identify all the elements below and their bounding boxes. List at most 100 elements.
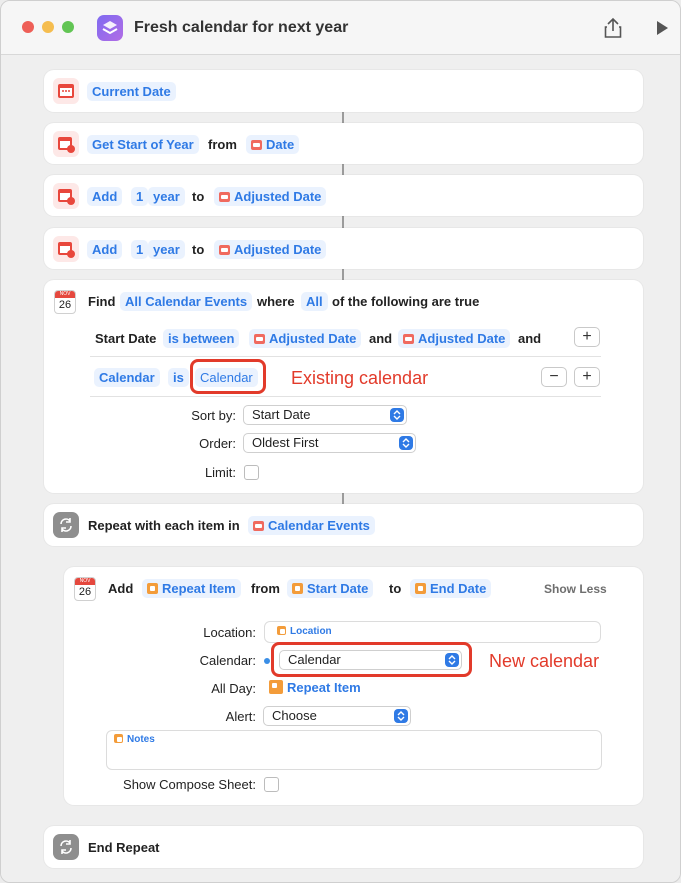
variable-icon [277,626,286,635]
location-label: Location: [203,625,256,640]
calendar-icon [403,334,414,344]
all-day-repeat-item-token[interactable]: Repeat Item [264,678,366,697]
alert-select[interactable]: Choose [263,706,411,726]
variable-icon [269,680,283,694]
shortcuts-app-icon [97,15,123,41]
close-button[interactable] [22,21,34,33]
start-date-label: Start Date [95,331,157,346]
action-get-start-of-year[interactable]: Get Start of Year from Date [44,123,643,164]
variable-icon [415,583,426,594]
start-date-token[interactable]: Start Date [287,579,374,598]
current-date-token[interactable]: Current Date [87,82,176,101]
add-token[interactable]: Add [87,240,123,259]
calendar-events-token[interactable]: Calendar Events [248,516,375,535]
add-condition-button[interactable]: + [574,327,600,347]
connector [342,216,344,228]
existing-calendar-highlight [190,359,266,394]
shortcut-editor-window: Fresh calendar for next year Current Dat… [0,0,681,883]
filter-suffix-label: of the following are true [332,294,480,309]
adjusted-date-token[interactable]: Adjusted Date [214,187,327,206]
connector [342,269,344,280]
order-select[interactable]: Oldest First [243,433,416,453]
titlebar: Fresh calendar for next year [1,1,680,55]
from-label: from [208,137,237,152]
is-token[interactable]: is [168,368,189,387]
adjusted-date-token[interactable]: Adjusted Date [398,329,511,348]
run-play-icon[interactable] [655,20,669,39]
calendar-icon [53,78,79,104]
show-less-button[interactable]: Show Less [544,582,607,596]
action-add-year-2[interactable]: Add 1 year to Adjusted Date [44,228,643,269]
order-label: Order: [199,436,236,451]
alert-label: Alert: [225,709,256,724]
calendar-icon [254,334,265,344]
action-end-repeat[interactable]: End Repeat [44,826,643,868]
calendar-date-icon: NOV 26 [54,290,76,314]
where-label: where [257,294,295,309]
find-label: Find [88,294,116,309]
repeat-icon [53,834,79,860]
to-label: to [192,189,205,204]
repeat-icon [53,512,79,538]
show-compose-sheet-checkbox[interactable] [264,777,279,792]
adjusted-date-token[interactable]: Adjusted Date [214,240,327,259]
limit-label: Limit: [204,465,236,480]
action-add-new-event[interactable]: NOV 26 Add Repeat Item from Start Date t… [64,567,643,805]
calendar-date-icon: NOV 26 [74,577,96,601]
share-icon[interactable] [604,17,622,42]
connector [342,112,344,123]
existing-calendar-annotation: Existing calendar [291,368,429,388]
divider [90,356,601,357]
action-repeat-each[interactable]: Repeat with each item in Calendar Events [44,504,643,546]
calendar-field-token[interactable]: Calendar [94,368,160,387]
and-label: and [518,331,542,346]
quantity-token[interactable]: 1 [131,240,149,259]
add-token[interactable]: Add [87,187,123,206]
repeat-label: Repeat with each item in [88,518,240,533]
end-repeat-label: End Repeat [88,840,160,855]
limit-checkbox[interactable] [244,465,259,480]
and-label: and [369,331,393,346]
location-field[interactable]: Location [264,621,601,643]
date-token[interactable]: Date [246,135,300,154]
add-condition-button[interactable]: + [574,367,600,387]
remove-condition-button[interactable]: − [541,367,567,387]
unit-token[interactable]: year [148,187,185,206]
repeat-item-token[interactable]: Repeat Item [142,579,241,598]
action-list: Current Date Get Start of Year from Date… [1,55,680,882]
quantity-token[interactable]: 1 [131,187,149,206]
to-label: to [389,581,402,596]
add-label: Add [108,581,134,596]
to-label: to [192,242,205,257]
calendar-icon [219,245,230,255]
calendar-add-icon [53,236,79,262]
action-current-date[interactable]: Current Date [44,70,643,112]
new-calendar-highlight [271,642,472,677]
calendar-color-dot [264,658,270,664]
get-start-of-year-token[interactable]: Get Start of Year [87,135,199,154]
all-calendar-events-token[interactable]: All Calendar Events [120,292,253,311]
calendar-icon [253,521,264,531]
calendar-icon [53,131,79,157]
is-between-token[interactable]: is between [163,329,240,348]
unit-token[interactable]: year [148,240,185,259]
all-token[interactable]: All [301,292,328,311]
all-day-label: All Day: [211,681,256,696]
new-calendar-annotation: New calendar [489,651,600,671]
variable-icon [147,583,158,594]
variable-icon [292,583,303,594]
sort-by-select[interactable]: Start Date [243,405,407,425]
zoom-button[interactable] [62,21,74,33]
action-add-year-1[interactable]: Add 1 year to Adjusted Date [44,175,643,216]
calendar-icon [251,140,262,150]
adjusted-date-token[interactable]: Adjusted Date [249,329,362,348]
calendar-label: Calendar: [199,653,256,668]
show-compose-sheet-label: Show Compose Sheet: [123,777,256,792]
notes-field[interactable]: Notes [106,730,602,770]
calendar-add-icon [53,183,79,209]
chevron-updown-icon [399,436,413,450]
sort-by-label: Sort by: [191,408,236,423]
chevron-updown-icon [390,408,404,422]
end-date-token[interactable]: End Date [410,579,492,598]
minimize-button[interactable] [42,21,54,33]
